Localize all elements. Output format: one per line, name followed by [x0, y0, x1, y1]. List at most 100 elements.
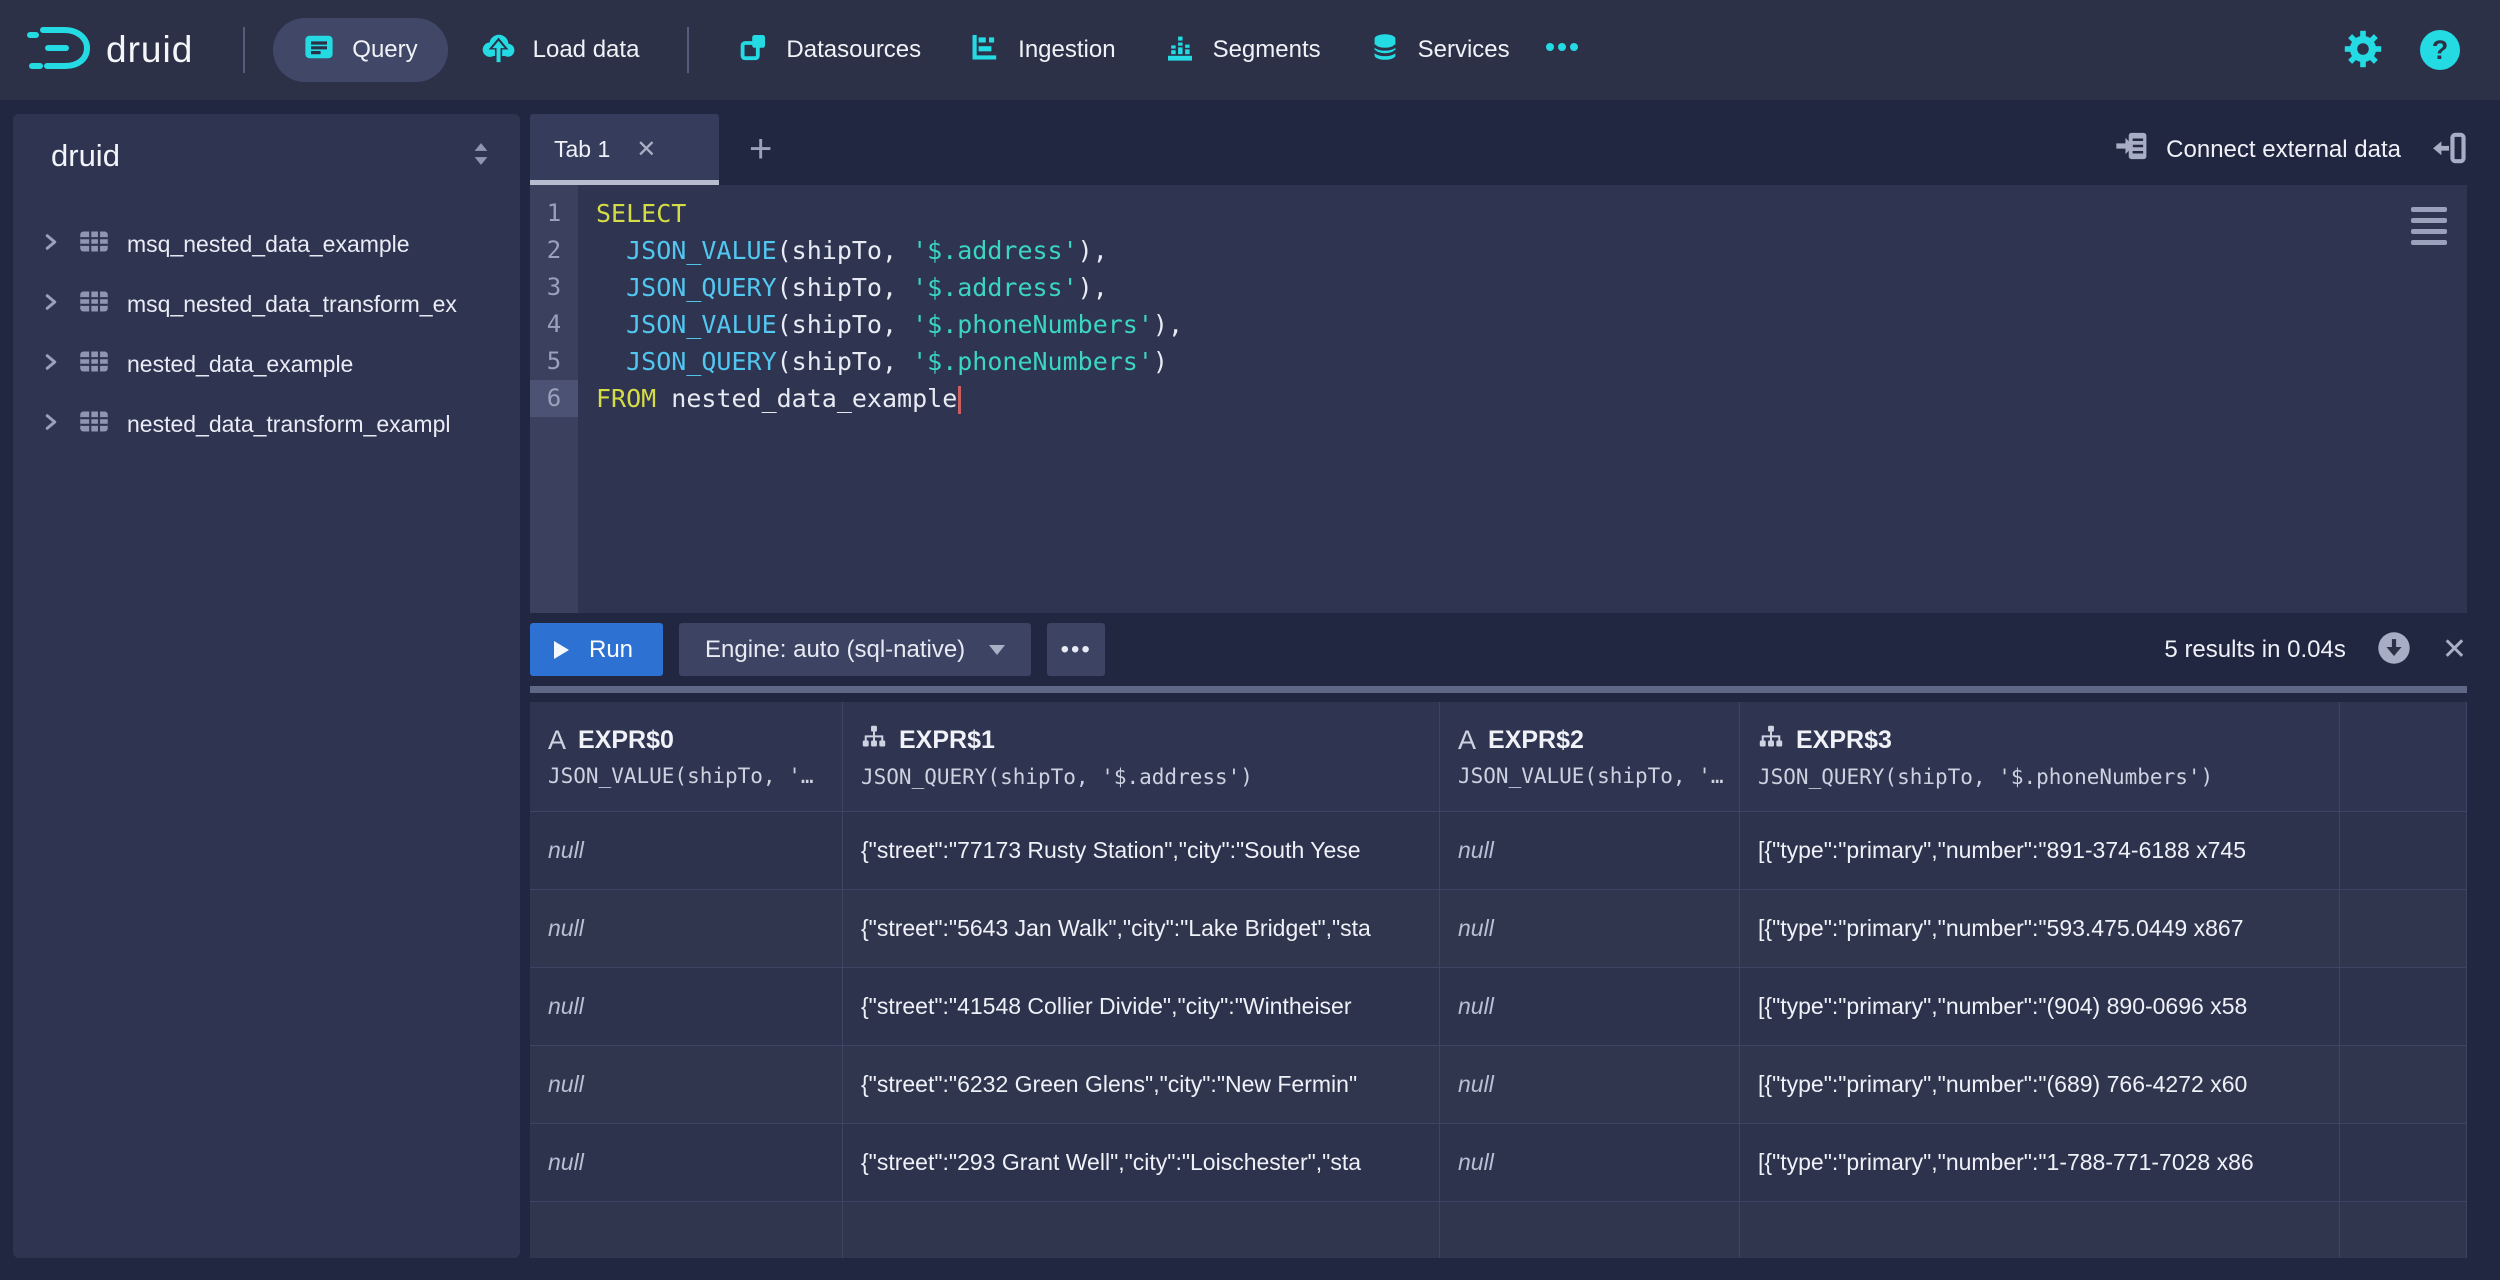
- nav-item-label: Query: [352, 36, 417, 64]
- tab-1[interactable]: Tab 1 ✕: [530, 114, 719, 185]
- nav-item-query[interactable]: Query: [273, 18, 447, 82]
- gear-icon: [2342, 28, 2384, 73]
- chevron-right-icon: [41, 352, 61, 377]
- result-cell[interactable]: null: [530, 890, 843, 968]
- table-icon: [79, 229, 109, 259]
- settings-gear-button[interactable]: [2342, 28, 2384, 73]
- result-cell[interactable]: [{"type":"primary","number":"891-374-618…: [1740, 812, 2340, 890]
- cloud-upload-icon: [480, 29, 516, 72]
- column-header-expr1[interactable]: EXPR$1 JSON_QUERY(shipTo, '$.address'): [843, 702, 1440, 812]
- run-button[interactable]: Run: [530, 623, 663, 676]
- help-icon: ?: [2420, 30, 2460, 70]
- query-more-button[interactable]: •••: [1047, 623, 1105, 676]
- result-cell[interactable]: [{"type":"primary","number":"(689) 766-4…: [1740, 1046, 2340, 1124]
- sql-line-6: FROM nested_data_example: [596, 380, 2467, 417]
- line-number: 1: [530, 195, 578, 232]
- tree-item-msq-nested-data-transform[interactable]: msq_nested_data_transform_ex: [13, 274, 520, 334]
- nav-item-services[interactable]: Services: [1365, 18, 1514, 82]
- column-header-filler: [2340, 702, 2467, 812]
- results-summary: 5 results in 0.04s: [2164, 636, 2345, 664]
- result-cell[interactable]: null: [530, 812, 843, 890]
- nav-item-load-data[interactable]: Load data: [476, 18, 644, 82]
- column-name: EXPR$1: [899, 726, 995, 755]
- column-name: EXPR$0: [578, 726, 674, 755]
- line-number: 4: [530, 306, 578, 343]
- tree-item-label: nested_data_transform_exampl: [127, 411, 450, 438]
- result-cell[interactable]: {"street":"6232 Green Glens","city":"New…: [843, 1046, 1440, 1124]
- tab-close-icon[interactable]: ✕: [636, 135, 656, 164]
- tree-item-msq-nested-data-example[interactable]: msq_nested_data_example: [13, 214, 520, 274]
- empty-cell: [1740, 1202, 2340, 1258]
- result-cell[interactable]: [{"type":"primary","number":"593.475.044…: [1740, 890, 2340, 968]
- result-cell[interactable]: null: [1440, 812, 1740, 890]
- result-cell[interactable]: {"street":"41548 Collier Divide","city":…: [843, 968, 1440, 1046]
- sql-line-2: JSON_VALUE(shipTo, '$.address'),: [596, 232, 2467, 269]
- empty-cell: [530, 1202, 843, 1258]
- tree-item-label: nested_data_example: [127, 351, 353, 378]
- result-cell[interactable]: null: [530, 968, 843, 1046]
- connect-external-data-button[interactable]: Connect external data: [2114, 129, 2401, 170]
- more-dots-icon: [1544, 36, 1580, 64]
- nav-item-datasources[interactable]: Datasources: [733, 18, 925, 82]
- result-cell-filler: [2340, 812, 2467, 890]
- line-number: 2: [530, 232, 578, 269]
- tree-item-nested-data-transform[interactable]: nested_data_transform_exampl: [13, 394, 520, 454]
- result-row-empty: [530, 1202, 2467, 1258]
- result-cell[interactable]: null: [1440, 968, 1740, 1046]
- result-cell[interactable]: {"street":"77173 Rusty Station","city":"…: [843, 812, 1440, 890]
- tree-item-nested-data-example[interactable]: nested_data_example: [13, 334, 520, 394]
- nav-item-label: Ingestion: [1018, 36, 1115, 64]
- panel-resize-splitter[interactable]: [530, 686, 2467, 693]
- result-cell[interactable]: null: [1440, 890, 1740, 968]
- nav-item-label: Datasources: [786, 36, 921, 64]
- result-cell[interactable]: [{"type":"primary","number":"(904) 890-0…: [1740, 968, 2340, 1046]
- play-icon: [554, 641, 569, 659]
- line-number-active: 6: [530, 380, 578, 417]
- column-header-expr0[interactable]: A EXPR$0 JSON_VALUE(shipTo, '…: [530, 702, 843, 812]
- result-row-1: null {"street":"77173 Rusty Station","ci…: [530, 812, 2467, 890]
- result-cell[interactable]: {"street":"5643 Jan Walk","city":"Lake B…: [843, 890, 1440, 968]
- help-button[interactable]: ?: [2420, 30, 2460, 70]
- drawer-left-icon: [2431, 130, 2467, 169]
- result-cell[interactable]: null: [530, 1046, 843, 1124]
- column-expression: JSON_QUERY(shipTo, '$.phoneNumbers'): [1758, 765, 2213, 789]
- result-cell[interactable]: null: [530, 1124, 843, 1202]
- nav-item-ingestion[interactable]: Ingestion: [965, 18, 1119, 82]
- result-cell[interactable]: {"street":"293 Grant Well","city":"Loisc…: [843, 1124, 1440, 1202]
- result-cell[interactable]: null: [1440, 1046, 1740, 1124]
- result-cell[interactable]: null: [1440, 1124, 1740, 1202]
- add-tab-button[interactable]: +: [749, 127, 772, 172]
- sql-line-4: JSON_VALUE(shipTo, '$.phoneNumbers'),: [596, 306, 2467, 343]
- column-header-expr2[interactable]: A EXPR$2 JSON_VALUE(shipTo, '…: [1440, 702, 1740, 812]
- result-cell-filler: [2340, 1124, 2467, 1202]
- druid-logo[interactable]: druid: [26, 21, 193, 80]
- engine-select-button[interactable]: Engine: auto (sql-native): [679, 623, 1031, 676]
- collapse-panel-button[interactable]: [2431, 130, 2467, 169]
- datasource-tree: msq_nested_data_example msq_nested_data_…: [13, 214, 520, 454]
- nav-more-button[interactable]: [1540, 18, 1584, 82]
- result-cell-filler: [2340, 1046, 2467, 1124]
- query-workbench: Tab 1 ✕ + Connect external data: [530, 114, 2467, 1258]
- result-row-2: null {"street":"5643 Jan Walk","city":"L…: [530, 890, 2467, 968]
- result-cell[interactable]: [{"type":"primary","number":"1-788-771-7…: [1740, 1124, 2340, 1202]
- query-icon: [303, 31, 335, 70]
- column-header-expr3[interactable]: EXPR$3 JSON_QUERY(shipTo, '$.phoneNumber…: [1740, 702, 2340, 812]
- nav-item-label: Load data: [533, 36, 640, 64]
- druid-logo-text: druid: [106, 29, 193, 71]
- chevron-right-icon: [41, 292, 61, 317]
- sort-icon[interactable]: [468, 140, 494, 173]
- nav-item-segments[interactable]: Segments: [1160, 18, 1325, 82]
- results-header-row: A EXPR$0 JSON_VALUE(shipTo, '…: [530, 702, 2467, 812]
- sql-editor[interactable]: 1 2 3 4 5 6 SELECT JSON_VALUE(shipTo, '$…: [530, 185, 2467, 613]
- nav-divider: [243, 27, 245, 73]
- results-panel: A EXPR$0 JSON_VALUE(shipTo, '…: [530, 702, 2467, 1258]
- result-cell-filler: [2340, 890, 2467, 968]
- editor-menu-button[interactable]: [2411, 207, 2447, 245]
- empty-cell: [843, 1202, 1440, 1258]
- sql-code-area[interactable]: SELECT JSON_VALUE(shipTo, '$.address'), …: [578, 185, 2467, 613]
- download-results-button[interactable]: [2372, 626, 2416, 673]
- text-cursor: [958, 386, 961, 414]
- schema-selector[interactable]: druid: [13, 138, 520, 174]
- close-results-button[interactable]: ✕: [2442, 632, 2467, 667]
- table-icon: [79, 349, 109, 379]
